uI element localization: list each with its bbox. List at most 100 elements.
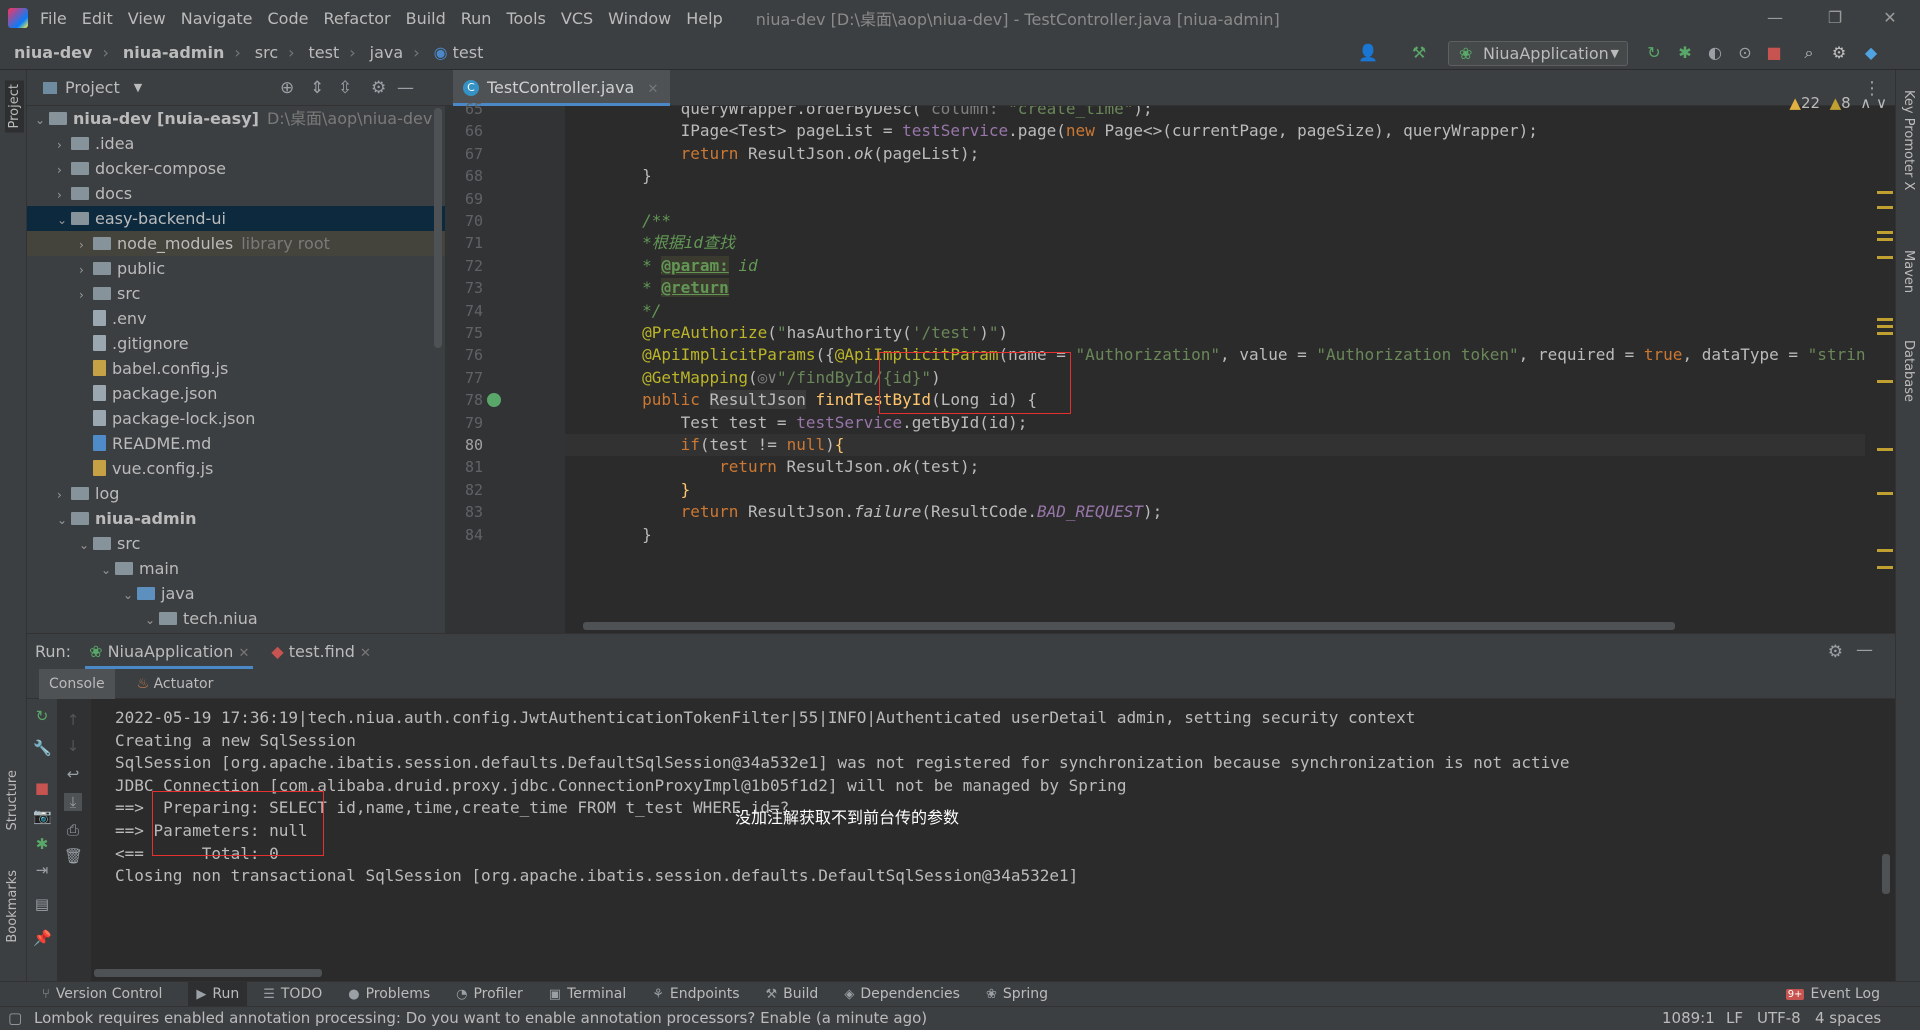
chevron-right-icon[interactable]: › xyxy=(57,133,71,158)
key-promoter-tool-button[interactable]: Key Promoter X xyxy=(1901,90,1916,190)
breadcrumb-test[interactable]: test xyxy=(309,43,340,62)
close-tab-icon[interactable]: ✕ xyxy=(647,82,658,97)
menu-file[interactable]: File xyxy=(40,9,67,28)
chevron-down-icon[interactable]: ⌄ xyxy=(35,108,49,133)
endpoints-button[interactable]: ⚘ Endpoints xyxy=(652,986,739,1002)
layout-icon[interactable]: ▤ xyxy=(33,895,51,913)
breadcrumb-niua-admin[interactable]: niua-admin xyxy=(123,43,225,62)
build-button[interactable]: ⚒ Build xyxy=(766,986,819,1002)
breadcrumb-niua-dev[interactable]: niua-dev xyxy=(14,43,92,62)
tree-item[interactable]: .gitignore xyxy=(27,331,445,356)
status-message[interactable]: Lombok requires enabled annotation proce… xyxy=(34,1007,927,1030)
down-arrow-icon[interactable]: ↓ xyxy=(64,737,82,755)
chevron-down-icon[interactable]: ⌄ xyxy=(145,608,159,633)
tree-item[interactable]: ⌄ niua-dev [nuia-easy] D:\桌面\aop\niua-dev xyxy=(27,106,445,131)
menu-help[interactable]: Help xyxy=(686,9,722,28)
hide-panel-icon[interactable]: — xyxy=(397,78,414,98)
menu-view[interactable]: View xyxy=(128,9,166,28)
breadcrumb-src[interactable]: src xyxy=(255,43,278,62)
chevron-down-icon[interactable]: ⌄ xyxy=(79,533,93,558)
menu-run[interactable]: Run xyxy=(461,9,492,28)
next-highlight-icon[interactable]: ∨ xyxy=(1876,94,1887,112)
settings-gear-icon[interactable]: ⚙ xyxy=(1830,44,1848,62)
build-hammer-icon[interactable]: ⚒ xyxy=(1410,44,1428,62)
error-stripe-marker[interactable] xyxy=(1877,238,1893,241)
tree-item[interactable]: package.json xyxy=(27,381,445,406)
line-separator[interactable]: LF xyxy=(1726,1007,1743,1030)
minimize-icon[interactable]: — xyxy=(1745,0,1805,36)
event-log-button[interactable]: 9+ Event Log xyxy=(1785,986,1880,1002)
pin-icon[interactable]: 📌 xyxy=(33,929,52,947)
profile-icon[interactable]: ⊙ xyxy=(1736,44,1754,62)
tree-item[interactable]: › node_modules library root xyxy=(27,231,445,256)
tree-item[interactable]: › public xyxy=(27,256,445,281)
scroll-to-end-icon[interactable]: ⤓ xyxy=(64,793,82,811)
menu-refactor[interactable]: Refactor xyxy=(323,9,390,28)
tree-item[interactable]: › docker-compose xyxy=(27,156,445,181)
tree-item[interactable]: package-lock.json xyxy=(27,406,445,431)
user-icon[interactable]: 👤 xyxy=(1358,44,1378,62)
previous-highlight-icon[interactable]: ∧ xyxy=(1860,94,1871,112)
print-icon[interactable]: ⎙ xyxy=(64,821,82,839)
menu-code[interactable]: Code xyxy=(268,9,309,28)
file-encoding[interactable]: UTF-8 xyxy=(1757,1007,1801,1030)
locate-icon[interactable]: ⊕ xyxy=(280,78,294,98)
expand-all-icon[interactable]: ⇕ xyxy=(310,78,324,98)
chevron-down-icon[interactable]: ⌄ xyxy=(57,208,71,233)
error-stripe-marker[interactable] xyxy=(1877,206,1893,209)
error-stripe-marker[interactable] xyxy=(1877,231,1893,234)
chevron-down-icon[interactable]: ⌄ xyxy=(57,508,71,533)
close-tab-icon[interactable]: ✕ xyxy=(360,646,371,661)
error-stripe-marker[interactable] xyxy=(1877,191,1893,194)
error-stripe-marker[interactable] xyxy=(1877,325,1893,328)
tree-item[interactable]: ⌄ main xyxy=(27,556,445,581)
tree-item[interactable]: vue.config.js xyxy=(27,456,445,481)
run-button[interactable]: ▶ Run xyxy=(188,981,248,1007)
chevron-right-icon[interactable]: › xyxy=(79,233,93,258)
indent-setting[interactable]: 4 spaces xyxy=(1815,1007,1881,1030)
version-control-button[interactable]: ⑂ Version Control xyxy=(42,986,162,1002)
chevron-down-icon[interactable]: ⌄ xyxy=(101,558,115,583)
maven-tool-button[interactable]: Maven xyxy=(1901,250,1916,293)
tree-item[interactable]: › log xyxy=(27,481,445,506)
inspection-widget[interactable]: ▲22 ▲8 ∧ ∨ xyxy=(1789,94,1887,112)
menu-edit[interactable]: Edit xyxy=(82,9,113,28)
terminal-button[interactable]: ▣ Terminal xyxy=(549,986,626,1002)
project-view-selector[interactable]: Project xyxy=(65,78,120,97)
run-configuration-select[interactable]: ❀ NiuaApplication ▼ xyxy=(1448,41,1628,66)
error-stripe-marker[interactable] xyxy=(1877,549,1893,552)
project-tree-scrollbar[interactable] xyxy=(434,108,442,348)
tree-item[interactable]: ⌄ easy-backend-ui xyxy=(27,206,445,231)
tree-item[interactable]: .env xyxy=(27,306,445,331)
chevron-right-icon[interactable]: › xyxy=(57,483,71,508)
collapse-all-icon[interactable]: ⇳ xyxy=(338,78,352,98)
profiler-button[interactable]: ◔ Profiler xyxy=(456,986,523,1002)
restore-icon[interactable]: ❐ xyxy=(1805,0,1865,36)
trash-icon[interactable]: 🗑 xyxy=(64,847,83,865)
console-vertical-scrollbar[interactable] xyxy=(1882,854,1890,894)
soft-wrap-icon[interactable]: ↩ xyxy=(64,765,82,783)
tree-item[interactable]: › docs xyxy=(27,181,445,206)
breadcrumb-java[interactable]: java xyxy=(370,43,404,62)
menu-tools[interactable]: Tools xyxy=(506,9,545,28)
database-tool-button[interactable]: Database xyxy=(1901,340,1916,402)
error-stripe-marker[interactable] xyxy=(1877,492,1893,495)
spring-button[interactable]: ❀ Spring xyxy=(986,986,1048,1002)
cursor-position[interactable]: 1089:1 xyxy=(1662,1007,1715,1030)
code-area[interactable]: queryWrapper.orderByDesc( column: "creat… xyxy=(565,106,1865,633)
tree-item[interactable]: README.md xyxy=(27,431,445,456)
error-stripe-marker[interactable] xyxy=(1877,380,1893,383)
error-stripe-marker[interactable] xyxy=(1877,256,1893,259)
tree-item[interactable]: › src xyxy=(27,281,445,306)
breadcrumb-test-class[interactable]: ◉ test xyxy=(434,43,484,62)
chevron-right-icon[interactable]: › xyxy=(79,258,93,283)
debug-icon[interactable]: ✱ xyxy=(33,835,51,853)
run-tab-test-find[interactable]: ◆ test.find ✕ xyxy=(267,634,375,669)
gear-icon[interactable]: ⚙ xyxy=(371,78,386,98)
tree-item[interactable]: ⌄ src xyxy=(27,531,445,556)
tree-item[interactable]: babel.config.js xyxy=(27,356,445,381)
tree-item[interactable]: ⌄ java xyxy=(27,581,445,606)
menu-vcs[interactable]: VCS xyxy=(561,9,593,28)
coverage-icon[interactable]: ◐ xyxy=(1706,44,1724,62)
gear-icon[interactable]: ⚙ xyxy=(1828,642,1843,662)
